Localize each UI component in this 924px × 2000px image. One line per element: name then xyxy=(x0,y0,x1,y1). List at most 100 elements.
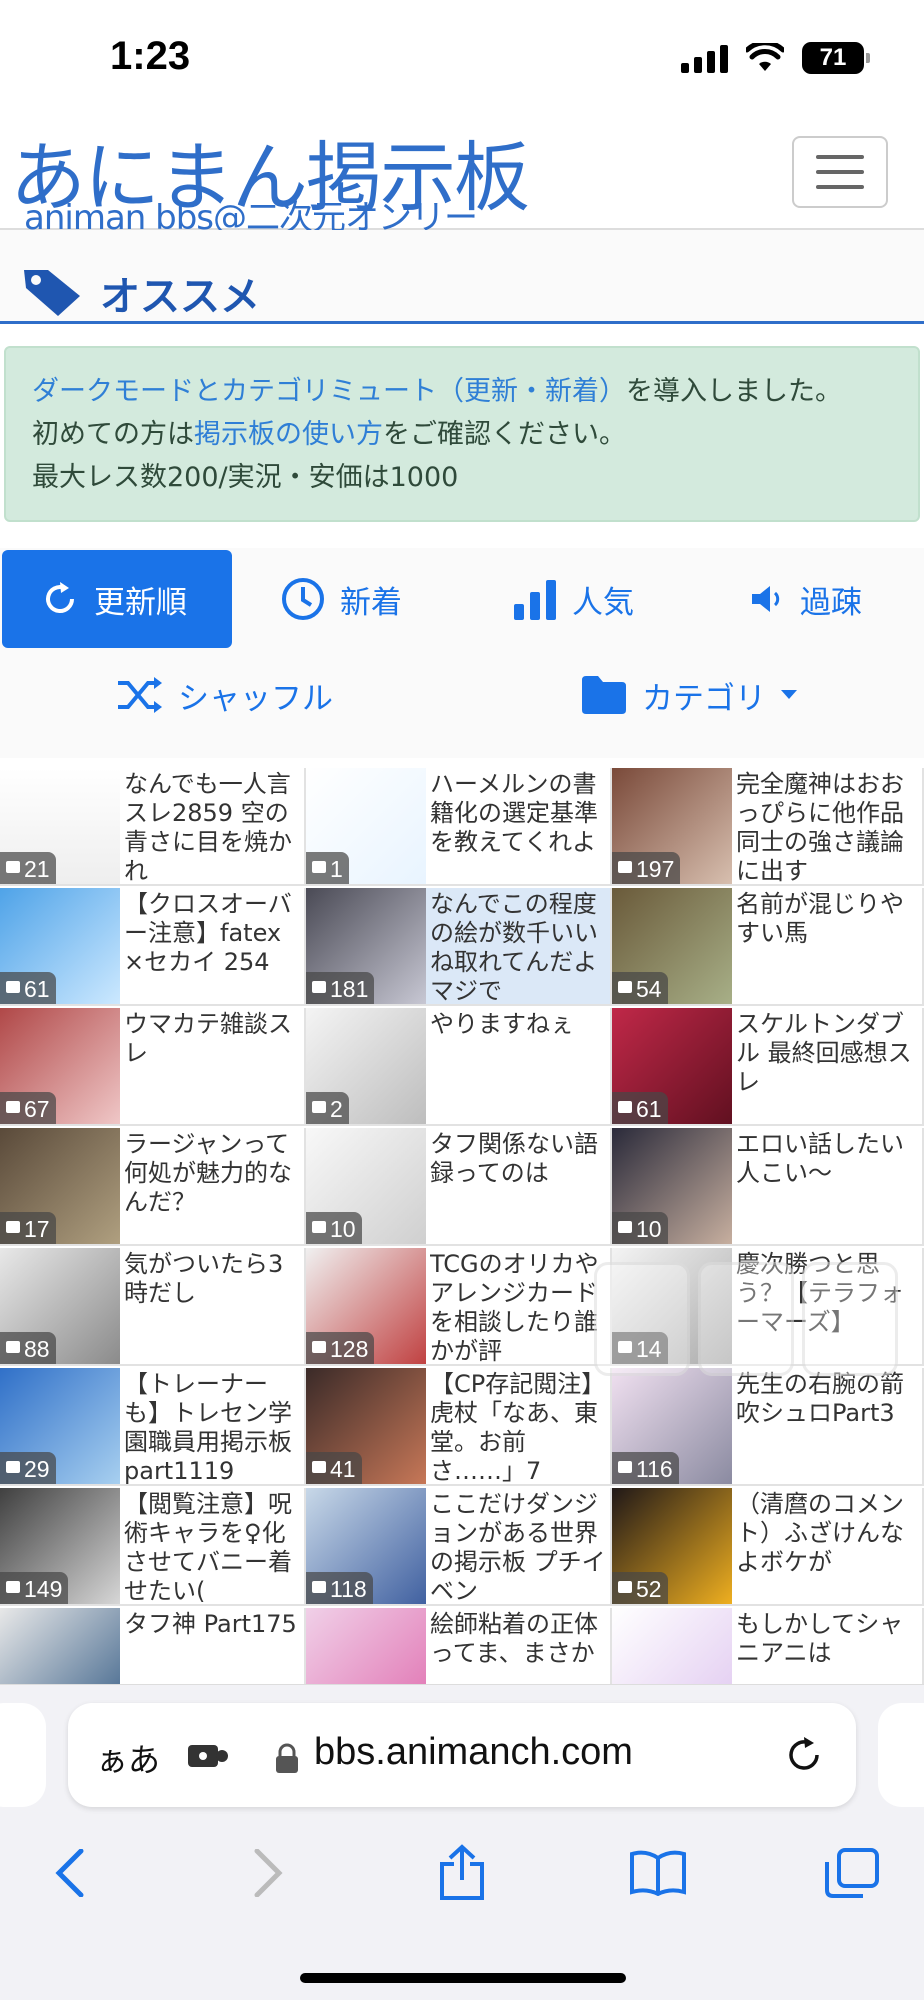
thread-title: 絵師粘着の正体ってま、まさか xyxy=(430,1610,598,1667)
cellular-signal-icon xyxy=(681,43,728,73)
thread-item[interactable]: 116 先生の右腕の箭吹シュロPart3 xyxy=(612,1368,924,1486)
notice-line-2: 初めての方は掲示板の使い方をご確認ください。 xyxy=(32,419,626,450)
thread-item[interactable]: 54 名前が混じりやすい馬 xyxy=(612,888,924,1006)
overlay-icon xyxy=(594,1262,690,1376)
reply-count-badge: 116 xyxy=(612,1452,679,1484)
thread-title: 【クロスオーバー注意】fatex×セカイ 254 xyxy=(124,890,292,976)
reply-count-badge: 41 xyxy=(306,1452,362,1484)
thread-title: 名前が混じりやすい馬 xyxy=(736,890,904,947)
thread-item[interactable]: もしかしてシャニアニは xyxy=(612,1608,924,1684)
thread-thumbnail: 67 xyxy=(0,1008,120,1124)
share-button[interactable] xyxy=(422,1833,502,1913)
reply-count-badge: 29 xyxy=(0,1452,56,1484)
thread-title: やりますねぇ xyxy=(430,1010,574,1038)
thread-title: 【トレーナーも】トレセン学園職員用掲示板part1119 xyxy=(124,1370,292,1485)
thread-title: 【閲覧注意】呪術キャラを♀化させてバニー着せたい( xyxy=(124,1490,292,1605)
thread-item[interactable]: 118 ここだけダンジョンがある世界の掲示板 プチイベン xyxy=(306,1488,612,1606)
thread-title: 気がついたら3時だし xyxy=(124,1250,284,1307)
thread-thumbnail xyxy=(306,1608,426,1684)
tab-newest[interactable]: 新着 xyxy=(280,550,402,648)
thread-thumbnail: 41 xyxy=(306,1368,426,1484)
thread-thumbnail: 29 xyxy=(0,1368,120,1484)
thread-item[interactable]: 1 ハーメルンの書籍化の選定基準を教えてくれよ xyxy=(306,768,612,886)
hamburger-icon xyxy=(816,155,864,159)
thread-thumbnail: 61 xyxy=(612,1008,732,1124)
hamburger-menu-button[interactable] xyxy=(792,136,888,208)
thread-item[interactable]: 61 【クロスオーバー注意】fatex×セカイ 254 xyxy=(0,888,306,1006)
howto-link[interactable]: 掲示板の使い方 xyxy=(194,419,383,450)
thread-thumbnail: 128 xyxy=(306,1248,426,1364)
chevron-down-icon xyxy=(781,690,797,699)
thread-item[interactable]: タフ神 Part175 xyxy=(0,1608,306,1684)
thread-item[interactable]: 絵師粘着の正体ってま、まさか xyxy=(306,1608,612,1684)
tab-shuffle[interactable]: シャッフル xyxy=(116,646,333,744)
back-chevron-icon xyxy=(55,1849,84,1897)
thread-item[interactable]: 67 ウマカテ雑談スレ xyxy=(0,1008,306,1126)
thread-item[interactable]: 10 タフ関係ない語録ってのは xyxy=(306,1128,612,1246)
forward-chevron-icon xyxy=(254,1849,283,1897)
thread-thumbnail: 17 xyxy=(0,1128,120,1244)
bar-chart-icon xyxy=(514,580,556,620)
thread-thumbnail: 10 xyxy=(612,1128,732,1244)
thread-item[interactable]: 128 TCGのオリカやアレンジカードを相談したり誰かが評 xyxy=(306,1248,612,1366)
thread-item[interactable]: 197 完全魔神はおおっぴらに他作品同士の強さ議論に出す xyxy=(612,768,924,886)
thread-title: ラージャンって何処が魅力的なんだ？ xyxy=(124,1130,292,1216)
reader-settings-button[interactable]: ぁあ xyxy=(96,1735,160,1781)
sort-tabs: 更新順 新着 人気 過疎 シャッフル カテゴリ xyxy=(0,548,924,758)
thread-title: ここだけダンジョンがある世界の掲示板 プチイベン xyxy=(430,1490,606,1605)
browser-nav-row xyxy=(0,1833,924,1913)
section-heading: オススメ xyxy=(0,230,924,324)
thread-title: なんでこの程度の絵が数千いいね取れてんだよマジで xyxy=(430,890,598,1005)
reply-count-badge: 128 xyxy=(306,1332,375,1364)
thread-item[interactable]: 2 やりますねぇ xyxy=(306,1008,612,1126)
lock-icon xyxy=(276,1743,298,1773)
thread-item[interactable]: 21 なんでも一人言スレ2859 空の青さに目を焼かれ xyxy=(0,768,306,886)
forward-button[interactable] xyxy=(228,1833,308,1913)
tabs-button[interactable] xyxy=(812,1833,892,1913)
next-tab-pill[interactable] xyxy=(878,1703,924,1807)
reply-count-badge: 1 xyxy=(306,852,349,884)
thread-item[interactable]: 181 なんでこの程度の絵が数千いいね取れてんだよマジで xyxy=(306,888,612,1006)
status-icons: 71 xyxy=(681,42,870,74)
thread-title: ハーメルンの書籍化の選定基準を教えてくれよ xyxy=(430,770,598,856)
bookmarks-button[interactable] xyxy=(618,1833,698,1913)
thread-thumbnail: 2 xyxy=(306,1008,426,1124)
thread-thumbnail: 21 xyxy=(0,768,120,884)
address-bar[interactable]: ぁあ bbs.animanch.com xyxy=(68,1703,856,1807)
darkmode-announcement-link[interactable]: ダークモードとカテゴリミュート（更新・新着） xyxy=(32,376,626,407)
extension-icon[interactable] xyxy=(186,1741,230,1771)
thread-item[interactable]: 10 エロい話したい人こい〜 xyxy=(612,1128,924,1246)
thread-thumbnail: 1 xyxy=(306,768,426,884)
thread-item[interactable]: 88 気がついたら3時だし xyxy=(0,1248,306,1366)
thread-title: 先生の右腕の箭吹シュロPart3 xyxy=(736,1370,904,1427)
thread-title: エロい話したい人こい〜 xyxy=(736,1130,904,1187)
thread-item[interactable]: 29 【トレーナーも】トレセン学園職員用掲示板part1119 xyxy=(0,1368,306,1486)
reply-count-badge: 149 xyxy=(0,1572,69,1604)
reply-count-badge: 2 xyxy=(306,1092,349,1124)
reply-count-badge: 118 xyxy=(306,1572,373,1604)
thread-item[interactable]: 61 スケルトンダブル 最終回感想スレ xyxy=(612,1008,924,1126)
tag-icon xyxy=(24,270,80,316)
refresh-icon xyxy=(46,582,74,613)
tab-category[interactable]: カテゴリ xyxy=(580,646,798,744)
thread-thumbnail: 52 xyxy=(612,1488,732,1604)
reply-count-badge: 10 xyxy=(306,1212,362,1244)
tab-updated[interactable]: 更新順 xyxy=(2,550,232,648)
previous-tab-pill[interactable] xyxy=(0,1703,46,1807)
overlay-icon xyxy=(802,1262,898,1376)
thread-item[interactable]: 41 【CP存記閲注】虎杖「なあ、東堂。お前さ……」7 xyxy=(306,1368,612,1486)
tab-sparse[interactable]: 過疎 xyxy=(746,550,862,648)
thread-item[interactable]: 17 ラージャンって何処が魅力的なんだ？ xyxy=(0,1128,306,1246)
thread-item[interactable]: 52 （清麿のコメント）ふざけんなよボケが xyxy=(612,1488,924,1606)
tab-popular[interactable]: 人気 xyxy=(512,550,634,648)
status-time: 1:23 xyxy=(110,34,191,78)
thread-item[interactable]: 149 【閲覧注意】呪術キャラを♀化させてバニー着せたい( xyxy=(0,1488,306,1606)
back-button[interactable] xyxy=(30,1833,110,1913)
shuffle-icon xyxy=(118,677,162,713)
book-icon xyxy=(630,1850,686,1896)
thread-thumbnail: 118 xyxy=(306,1488,426,1604)
clock-icon xyxy=(282,578,324,620)
tabs-icon xyxy=(825,1848,879,1898)
thread-thumbnail: 10 xyxy=(306,1128,426,1244)
reload-icon[interactable] xyxy=(784,1735,824,1775)
